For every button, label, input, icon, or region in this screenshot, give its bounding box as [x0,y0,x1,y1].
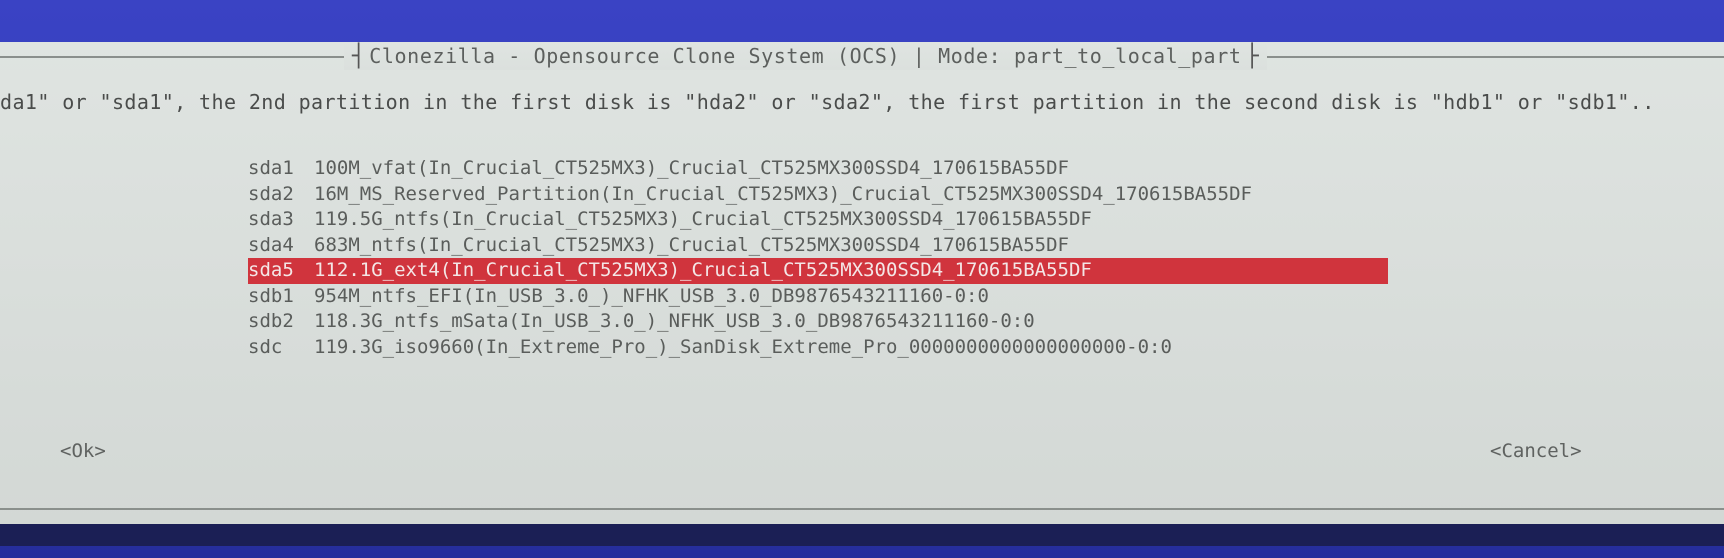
partition-description: 118.3G_ntfs_mSata(In_USB_3.0_)_NFHK_USB_… [314,310,1035,332]
partition-item-sdb1[interactable]: sdb1 954M_ntfs_EFI(In_USB_3.0_)_NFHK_USB_… [248,284,1388,310]
dialog-title-container: ┤ Clonezilla - Opensource Clone System (… [344,42,1267,70]
ok-button[interactable]: <Ok> [60,440,106,462]
partition-device: sdc [248,335,283,358]
partition-description: 683M_ntfs(In_Crucial_CT525MX3)_Crucial_C… [314,233,1069,256]
partition-description: 954M_ntfs_EFI(In_USB_3.0_)_NFHK_USB_3.0_… [314,284,989,307]
partition-item-sdb2[interactable]: sdb2 118.3G_ntfs_mSata(In_USB_3.0_)_NFHK_… [248,309,1388,335]
cancel-button[interactable]: <Cancel> [1490,440,1582,462]
partition-device: sda3 [248,208,294,230]
partition-item-sda5[interactable]: sda5 112.1G_ext4(In_Crucial_CT525MX3)_Cru… [248,258,1388,284]
title-left-bracket-icon: ┤ [352,43,366,69]
title-right-bracket-icon: ├ [1245,43,1259,69]
terminal-screen: ┤ Clonezilla - Opensource Clone System (… [0,0,1724,558]
partition-device: sda5 [248,259,294,281]
partition-device: sda2 [248,182,294,205]
partition-list[interactable]: sda1 100M_vfat(In_Crucial_CT525MX3)_Cruci… [248,156,1388,360]
partition-select-dialog: ┤ Clonezilla - Opensource Clone System (… [0,42,1724,524]
dialog-shadow [0,524,1724,546]
partition-item-sda4[interactable]: sda4 683M_ntfs(In_Crucial_CT525MX3)_Cruci… [248,233,1388,259]
partition-item-sda2[interactable]: sda2 16M_MS_Reserved_Partition(In_Crucial… [248,182,1388,208]
dialog-hint-text: da1" or "sda1", the 2nd partition in the… [0,90,1655,114]
partition-description: 119.3G_iso9660(In_Extreme_Pro_)_SanDisk_… [314,335,1172,358]
partition-description: 112.1G_ext4(In_Crucial_CT525MX3)_Crucial… [314,259,1092,281]
partition-device: sdb1 [248,284,294,307]
partition-item-sda3[interactable]: sda3 119.5G_ntfs(In_Crucial_CT525MX3)_Cru… [248,207,1388,233]
partition-item-sda1[interactable]: sda1 100M_vfat(In_Crucial_CT525MX3)_Cruci… [248,156,1388,182]
dialog-title: Clonezilla - Opensource Clone System (OC… [369,44,1242,68]
dialog-bottom-border [0,508,1724,510]
partition-description: 16M_MS_Reserved_Partition(In_Crucial_CT5… [314,182,1252,205]
partition-description: 100M_vfat(In_Crucial_CT525MX3)_Crucial_C… [314,157,1069,179]
partition-description: 119.5G_ntfs(In_Crucial_CT525MX3)_Crucial… [314,208,1092,230]
partition-device: sdb2 [248,310,294,332]
partition-device: sda1 [248,157,294,179]
partition-device: sda4 [248,233,294,256]
partition-item-sdc[interactable]: sdc 119.3G_iso9660(In_Extreme_Pro_)_SanDi… [248,335,1388,361]
